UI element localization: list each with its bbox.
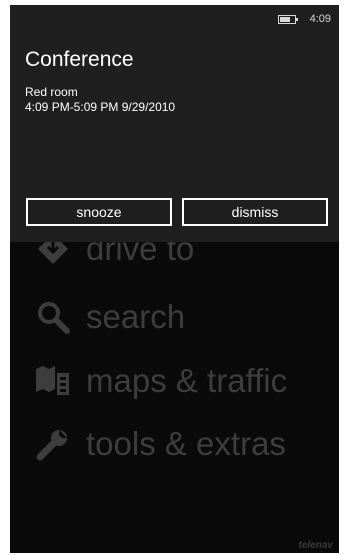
reminder-time: 4:09 PM-5:09 PM 9/29/2010: [25, 100, 176, 114]
powered-by-logo: telenav: [298, 540, 333, 551]
menu-item-label: tools & extras: [86, 425, 286, 462]
maps-icon: [34, 362, 72, 400]
search-icon: [34, 298, 72, 336]
dismiss-button[interactable]: dismiss: [182, 198, 328, 226]
reminder-location: Red room: [25, 85, 78, 99]
menu-item-search[interactable]: search: [34, 298, 185, 336]
tools-icon: [34, 425, 72, 463]
status-time: 4:09: [309, 13, 331, 25]
reminder-title: Conference: [25, 48, 134, 71]
menu-item-label: maps & traffic: [86, 362, 288, 399]
menu-item-maps-traffic[interactable]: maps & traffic: [34, 362, 287, 400]
reminder-notification: 4:09 Conference Red room 4:09 PM-5:09 PM…: [10, 5, 339, 242]
snooze-button[interactable]: snooze: [26, 198, 172, 226]
battery-icon: [277, 14, 298, 24]
phone-screen: drive to search maps & traffic tools & e…: [10, 5, 339, 553]
status-bar: 4:09: [277, 13, 331, 25]
menu-item-label: search: [86, 298, 186, 335]
menu-item-tools-extras[interactable]: tools & extras: [34, 425, 286, 463]
